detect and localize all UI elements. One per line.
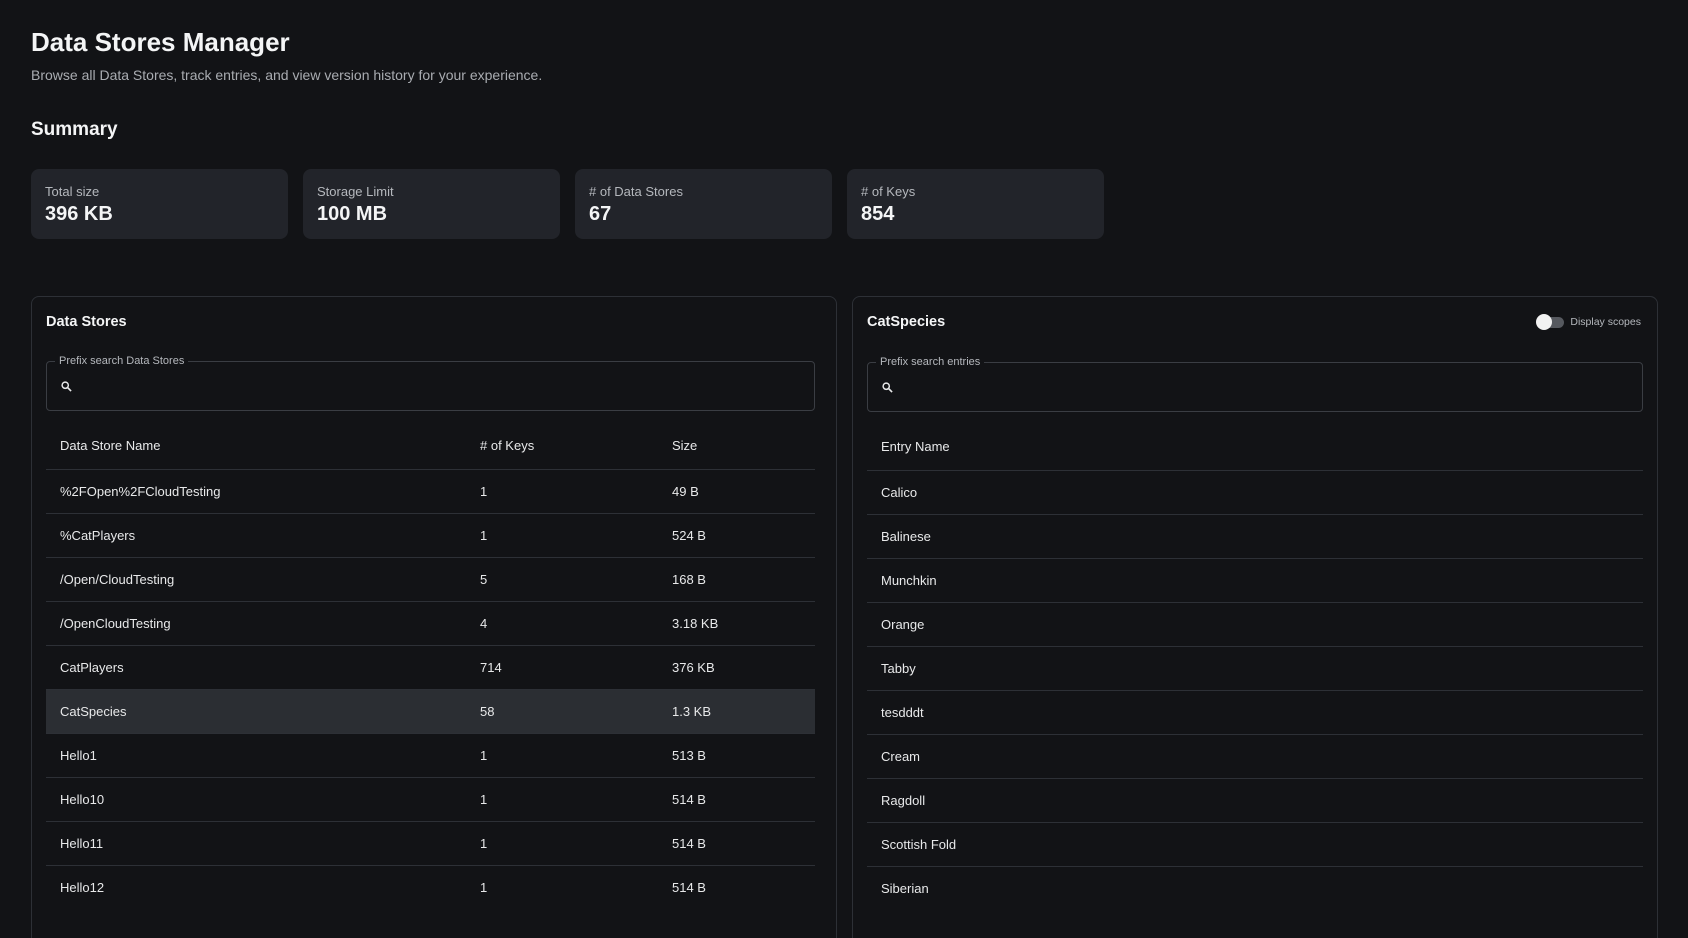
data-store-keys-cell: 1 — [480, 880, 488, 895]
entry-row[interactable]: Scottish Fold — [867, 822, 1643, 866]
card-label: Storage Limit — [317, 184, 394, 199]
data-store-keys-cell: 4 — [480, 616, 488, 631]
entry-name-cell: Tabby — [881, 661, 916, 676]
entry-row[interactable]: Siberian — [867, 866, 1643, 910]
data-store-name-cell: Hello12 — [60, 880, 105, 895]
summary-card-data-stores-count: # of Data Stores 67 — [575, 169, 832, 239]
search-legend: Prefix search Data Stores — [55, 354, 189, 368]
card-value: 854 — [861, 203, 895, 225]
entry-name-cell: Ragdoll — [881, 793, 926, 808]
entry-name-cell: tesdddt — [881, 705, 924, 720]
data-store-size-cell: 514 B — [672, 836, 706, 851]
search-icon — [61, 381, 72, 392]
entry-row[interactable]: Ragdoll — [867, 778, 1643, 822]
card-value: 396 KB — [45, 203, 113, 225]
entry-row[interactable]: Munchkin — [867, 558, 1643, 602]
data-store-name-cell: %CatPlayers — [60, 528, 136, 543]
data-store-name-cell: /OpenCloudTesting — [60, 616, 171, 631]
data-store-row[interactable]: Hello10 1 514 B — [46, 777, 815, 821]
data-store-name-cell: CatSpecies — [60, 704, 127, 719]
entry-row[interactable]: Balinese — [867, 514, 1643, 558]
entries-search-input[interactable]: Prefix search entries — [867, 355, 1643, 412]
entries-table-header: Entry Name — [867, 423, 1643, 470]
data-store-name-cell: /Open/CloudTesting — [60, 572, 175, 587]
summary-title: Summary — [31, 119, 118, 140]
data-store-keys-cell: 714 — [480, 660, 502, 675]
data-store-row[interactable]: /Open/CloudTesting 5 168 B — [46, 557, 815, 601]
entry-row[interactable]: Tabby — [867, 646, 1643, 690]
data-store-size-cell: 376 KB — [672, 660, 715, 675]
data-store-name-cell: %2FOpen%2FCloudTesting — [60, 484, 221, 499]
display-scopes-toggle[interactable]: Display scopes — [1536, 313, 1641, 330]
data-store-keys-cell: 1 — [480, 528, 488, 543]
summary-cards: Total size 396 KB Storage Limit 100 MB #… — [31, 169, 1104, 239]
data-stores-search-input[interactable]: Prefix search Data Stores — [46, 354, 815, 411]
card-label: Total size — [45, 184, 100, 199]
data-store-name-cell: Hello1 — [60, 748, 97, 763]
entry-name-cell: Scottish Fold — [881, 837, 957, 852]
data-store-keys-cell: 1 — [480, 836, 488, 851]
data-stores-panel: Data Stores Prefix search Data Stores Da… — [31, 296, 837, 938]
data-store-name-cell: Hello11 — [60, 836, 104, 851]
data-store-size-cell: 168 B — [672, 572, 706, 587]
entry-row[interactable]: Calico — [867, 470, 1643, 514]
data-store-size-cell: 524 B — [672, 528, 706, 543]
data-store-keys-cell: 1 — [480, 748, 488, 763]
search-legend: Prefix search entries — [876, 355, 985, 369]
data-store-size-cell: 514 B — [672, 880, 706, 895]
card-value: 67 — [589, 203, 612, 225]
data-store-size-cell: 3.18 KB — [672, 616, 719, 631]
column-header-keys[interactable]: # of Keys — [466, 438, 658, 453]
entry-name-cell: Orange — [881, 617, 925, 632]
toggle-track[interactable] — [1536, 313, 1565, 330]
entry-name-cell: Siberian — [881, 881, 929, 896]
card-label: # of Data Stores — [589, 184, 683, 199]
data-store-name-cell: Hello10 — [60, 792, 105, 807]
summary-card-storage-limit: Storage Limit 100 MB — [303, 169, 560, 239]
entry-row[interactable]: Orange — [867, 602, 1643, 646]
data-store-row[interactable]: Hello1 1 513 B — [46, 733, 815, 777]
entry-name-cell: Cream — [881, 749, 921, 764]
search-icon — [882, 382, 893, 393]
entries-panel-title: CatSpecies — [867, 314, 946, 330]
card-label: # of Keys — [861, 184, 916, 199]
card-value: 100 MB — [317, 203, 388, 225]
page-subtitle: Browse all Data Stores, track entries, a… — [31, 67, 543, 83]
data-store-row[interactable]: Hello12 1 514 B — [46, 865, 815, 909]
toggle-knob[interactable] — [1536, 313, 1553, 330]
data-store-size-cell: 49 B — [672, 484, 699, 499]
data-stores-panel-title: Data Stores — [46, 314, 127, 330]
data-store-size-cell: 514 B — [672, 792, 706, 807]
column-header-name[interactable]: Data Store Name — [46, 438, 466, 453]
data-store-keys-cell: 5 — [480, 572, 488, 587]
summary-card-total-size: Total size 396 KB — [31, 169, 288, 239]
data-store-row[interactable]: CatSpecies 58 1.3 KB — [46, 689, 815, 733]
data-store-size-cell: 513 B — [672, 748, 706, 763]
data-store-row[interactable]: Hello11 1 514 B — [46, 821, 815, 865]
data-store-keys-cell: 58 — [480, 704, 495, 719]
entries-panel: CatSpecies Display scopes Prefix search … — [852, 296, 1658, 938]
entry-name-cell: Calico — [881, 485, 918, 500]
page-title: Data Stores Manager — [31, 27, 290, 57]
entry-name-cell: Balinese — [881, 529, 931, 544]
summary-card-keys-count: # of Keys 854 — [847, 169, 1104, 239]
data-stores-manager-page: Data Stores Manager Browse all Data Stor… — [0, 0, 1688, 938]
data-store-keys-cell: 1 — [480, 792, 488, 807]
data-store-row[interactable]: /OpenCloudTesting 4 3.18 KB — [46, 601, 815, 645]
data-store-row[interactable]: %2FOpen%2FCloudTesting 1 49 B — [46, 469, 815, 513]
data-store-keys-cell: 1 — [480, 484, 488, 499]
entry-row[interactable]: tesdddt — [867, 690, 1643, 734]
data-store-row[interactable]: %CatPlayers 1 524 B — [46, 513, 815, 557]
column-header-size[interactable]: Size — [658, 438, 808, 453]
data-stores-table-header: Data Store Name # of Keys Size — [46, 422, 815, 469]
column-header-entry-name[interactable]: Entry Name — [867, 439, 950, 454]
entry-row[interactable]: Cream — [867, 734, 1643, 778]
data-store-size-cell: 1.3 KB — [672, 704, 712, 719]
entry-name-cell: Munchkin — [881, 573, 937, 588]
data-store-row[interactable]: CatPlayers 714 376 KB — [46, 645, 815, 689]
toggle-label: Display scopes — [1570, 316, 1641, 328]
data-store-name-cell: CatPlayers — [60, 660, 124, 675]
